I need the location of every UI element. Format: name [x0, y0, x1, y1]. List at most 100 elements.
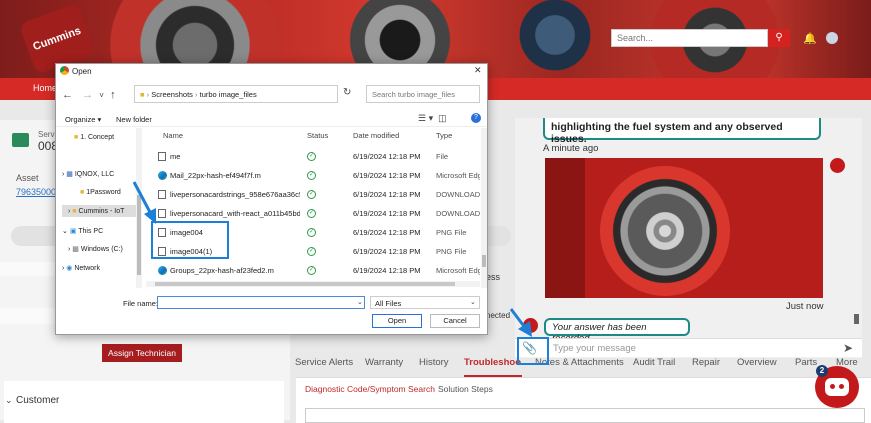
tree-item[interactable]: › ■ Cummins - IoT — [68, 208, 124, 215]
file-icon — [158, 152, 166, 161]
dialog-title: Open — [72, 67, 92, 76]
tree-item[interactable]: › ◉ Network — [62, 264, 100, 272]
chat-message-input[interactable]: Type your message — [515, 338, 862, 357]
organize-menu[interactable]: Organize ▾ — [65, 115, 101, 124]
bot-avatar-icon — [830, 158, 845, 173]
tab-troubleshooting[interactable]: Troubleshoo — [464, 357, 521, 368]
synced-check-icon: ✓ — [307, 152, 316, 161]
column-header-date[interactable]: Date modified — [353, 131, 399, 140]
refresh-icon[interactable]: ↻ — [343, 87, 351, 98]
up-arrow-icon[interactable]: ↑ — [110, 89, 116, 101]
new-folder-button[interactable]: New folder — [116, 115, 152, 124]
synced-check-icon: ✓ — [307, 247, 316, 256]
drive-icon: ▩ — [72, 246, 79, 253]
tab-overview[interactable]: Overview — [737, 357, 777, 368]
assign-technician-button[interactable]: Assign Technician — [102, 344, 182, 362]
chrome-icon — [60, 66, 69, 75]
asset-label: Asset — [16, 173, 39, 183]
search-input[interactable]: Search... — [611, 29, 768, 47]
annotation-arrow — [509, 308, 532, 337]
file-row[interactable]: Mail_22px-hash-ef494f7f.m ✓ 6/19/2024 12… — [146, 166, 480, 185]
nav-home-link[interactable]: Home — [33, 83, 57, 93]
forward-arrow-icon[interactable]: → — [82, 89, 93, 101]
synced-check-icon: ✓ — [307, 228, 316, 237]
nav-arrows[interactable]: ← → ˅ ↑ — [62, 89, 116, 101]
file-row[interactable]: me ✓ 6/19/2024 12:18 PM File — [146, 147, 476, 166]
chevron-down-icon[interactable]: ⌄ — [357, 298, 363, 306]
building-icon: ▦ — [66, 171, 73, 178]
avatar[interactable] — [826, 32, 838, 44]
annotation-arrow — [132, 181, 156, 224]
help-icon[interactable]: ? — [471, 113, 481, 123]
asset-link[interactable]: 79635000 — [16, 187, 56, 197]
close-icon[interactable]: ✕ — [474, 65, 482, 76]
chevron-down-icon[interactable]: ˅ — [99, 91, 104, 100]
service-label: Servi — [38, 130, 57, 139]
subtab-solution-steps[interactable]: Solution Steps — [438, 384, 493, 394]
edge-icon — [158, 171, 167, 180]
synced-check-icon: ✓ — [307, 209, 316, 218]
column-header-name[interactable]: Name — [163, 131, 183, 140]
chat-timestamp: Just now — [786, 301, 824, 312]
folder-search-input[interactable]: Search turbo image_files — [366, 85, 480, 103]
search-icon[interactable]: ⚲ — [768, 29, 790, 47]
column-header-status[interactable]: Status — [307, 131, 328, 140]
customer-heading[interactable]: Customer — [16, 395, 59, 406]
file-row[interactable]: Groups_22px-hash-af23fed2.m ✓ 6/19/2024 … — [146, 261, 480, 280]
chevron-down-icon[interactable]: ⌄ — [470, 298, 476, 306]
chat-message: highlighting the fuel system and any obs… — [543, 118, 821, 145]
folder-icon: ■ — [74, 134, 79, 141]
send-icon[interactable]: ➤ — [843, 341, 853, 355]
back-arrow-icon[interactable]: ← — [62, 89, 73, 101]
file-list-scroll-thumb[interactable] — [482, 255, 486, 267]
tab-repair[interactable]: Repair — [692, 357, 720, 368]
synced-check-icon: ✓ — [307, 171, 316, 180]
turbo-image[interactable] — [545, 158, 823, 298]
folder-icon: ■ — [140, 90, 145, 99]
cancel-button[interactable]: Cancel — [430, 314, 480, 328]
paperclip-icon[interactable]: 📎 — [522, 341, 537, 355]
tab-audit-trail[interactable]: Audit Trail — [633, 357, 675, 368]
tree-item[interactable]: › ▦ IQNOX, LLC — [62, 170, 114, 178]
bell-icon[interactable]: 🔔 — [803, 32, 817, 45]
dialog-titlebar — [56, 64, 487, 80]
partial-label: ess — [486, 272, 501, 282]
folder-icon: ■ — [80, 189, 85, 196]
tab-parts[interactable]: Parts — [795, 357, 817, 368]
address-bar[interactable]: ■ › Screenshots › turbo image_files — [134, 85, 338, 103]
chevron-down-icon[interactable]: ⌄ — [5, 395, 13, 406]
chat-scrollbar[interactable] — [854, 314, 859, 324]
image-files-highlight — [151, 221, 229, 259]
file-name-label: File name: — [123, 299, 159, 308]
chat-message: Your answer has been recorded. — [544, 318, 690, 344]
horizontal-scroll-thumb[interactable] — [155, 282, 455, 286]
subtab-diagnostic-search[interactable]: Diagnostic Code/Symptom Search — [305, 384, 435, 394]
chat-timestamp: A minute ago — [543, 143, 599, 154]
tree-item[interactable]: ■ 1Password — [80, 189, 121, 196]
synced-check-icon: ✓ — [307, 190, 316, 199]
folder-icon: ■ — [72, 208, 77, 215]
connection-status: nected — [486, 311, 511, 320]
tab-bar: Service Alerts Warranty History Troubles… — [295, 357, 871, 377]
notification-badge: 2 — [816, 365, 828, 377]
truck-icon — [12, 133, 29, 147]
edge-icon — [158, 266, 167, 275]
tree-item[interactable]: › ▩ Windows (C:) — [68, 245, 123, 253]
file-type-select[interactable]: All Files — [370, 296, 480, 309]
open-button[interactable]: Open — [372, 314, 422, 328]
breadcrumb-turbo-files[interactable]: turbo image_files — [200, 90, 257, 99]
view-options-icon[interactable]: ☰ ▾ ◫ — [418, 113, 447, 124]
search-box[interactable] — [305, 408, 865, 423]
synced-check-icon: ✓ — [307, 266, 316, 275]
network-icon: ◉ — [66, 265, 73, 272]
file-name-input[interactable] — [157, 296, 365, 309]
computer-icon: ▣ — [69, 228, 77, 235]
tree-item[interactable]: ■ 1. Concept — [74, 134, 114, 141]
file-row[interactable]: livepersonacardstrings_958e676aa36c53...… — [146, 185, 480, 204]
tree-item[interactable]: ⌄ ▣ This PC — [62, 227, 103, 235]
column-header-type[interactable]: Type — [436, 131, 452, 140]
tab-service-alerts[interactable]: Service Alerts — [295, 357, 353, 368]
tab-history[interactable]: History — [419, 357, 449, 368]
breadcrumb-screenshots[interactable]: Screenshots — [151, 90, 193, 99]
tab-warranty[interactable]: Warranty — [365, 357, 403, 368]
